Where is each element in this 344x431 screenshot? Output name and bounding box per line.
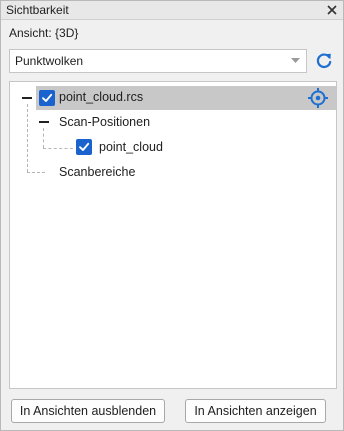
category-dropdown[interactable]: Punktwolken <box>9 49 307 73</box>
crosshair-icon <box>308 88 328 108</box>
visibility-window: Sichtbarkeit Ansicht: {3D} Punktwolken p… <box>0 0 344 431</box>
refresh-icon <box>316 53 332 69</box>
chevron-down-icon <box>288 52 302 70</box>
tree-row-point-cloud-rcs[interactable]: point_cloud.rcs <box>22 86 336 110</box>
hide-in-views-button[interactable]: In Ansichten ausblenden <box>11 399 165 423</box>
tree-panel: point_cloud.rcs Scan-Positionen point_cl… <box>9 81 337 389</box>
checkbox-point-cloud-rcs[interactable] <box>39 90 55 106</box>
tree-guide-line <box>27 104 28 172</box>
close-button[interactable] <box>324 2 340 18</box>
tree-item-label: Scan-Positionen <box>59 115 151 129</box>
locate-button[interactable] <box>307 87 329 109</box>
window-title: Sichtbarkeit <box>6 3 69 17</box>
close-icon <box>327 5 337 15</box>
show-in-views-button[interactable]: In Ansichten anzeigen <box>185 399 326 423</box>
checkmark-icon <box>79 142 90 151</box>
dropdown-value: Punktwolken <box>15 54 84 68</box>
tree-row-scan-positionen[interactable]: Scan-Positionen <box>36 110 336 134</box>
tree-row-point-cloud[interactable]: point_cloud <box>36 134 336 158</box>
checkmark-icon <box>42 93 53 102</box>
tree-item-label: point_cloud.rcs <box>59 90 144 104</box>
tree-item-label: Scanbereiche <box>59 165 136 179</box>
view-label: Ansicht: {3D} <box>9 26 79 40</box>
tree-row-scanbereiche[interactable]: Scanbereiche <box>36 159 336 183</box>
refresh-button[interactable] <box>313 50 335 72</box>
checkbox-point-cloud[interactable] <box>76 139 92 155</box>
collapse-toggle[interactable] <box>38 116 50 128</box>
collapse-toggle[interactable] <box>21 92 33 104</box>
title-bar: Sichtbarkeit <box>1 1 343 20</box>
tree-item-label: point_cloud <box>99 140 163 154</box>
